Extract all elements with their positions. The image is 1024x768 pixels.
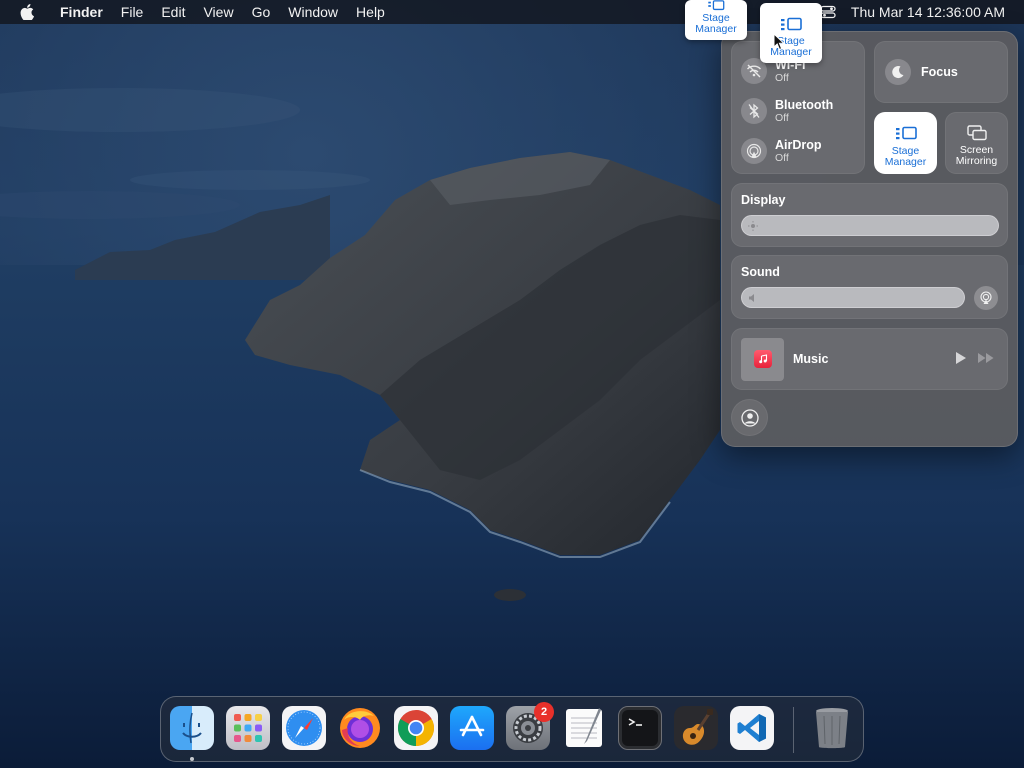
stage-manager-label: Stage Manager bbox=[884, 145, 927, 168]
music-label: Music bbox=[793, 352, 829, 366]
user-switcher-icon[interactable] bbox=[731, 399, 768, 436]
menu-app-finder[interactable]: Finder bbox=[51, 0, 112, 24]
bluetooth-off-icon bbox=[741, 98, 767, 124]
stage-manager-icon bbox=[781, 17, 802, 31]
chrome-icon[interactable] bbox=[394, 706, 438, 750]
fast-forward-icon[interactable] bbox=[977, 352, 995, 364]
screen-mirroring-icon bbox=[966, 125, 987, 141]
airplay-audio-icon[interactable] bbox=[974, 286, 998, 310]
wifi-status: Off bbox=[775, 72, 789, 84]
display-brightness-slider[interactable] bbox=[741, 215, 999, 236]
focus-label: Focus bbox=[921, 65, 958, 79]
bluetooth-label: Bluetooth bbox=[775, 98, 834, 112]
firefox-icon[interactable] bbox=[338, 706, 382, 750]
airdrop-label: AirDrop bbox=[775, 138, 822, 152]
launchpad-icon[interactable] bbox=[226, 706, 270, 750]
menu-file[interactable]: File bbox=[112, 0, 153, 24]
control-center-panel: Wi-Fi Off Bluetooth Off AirDrop Off Focu… bbox=[721, 31, 1018, 447]
safari-icon[interactable] bbox=[282, 706, 326, 750]
menu-edit[interactable]: Edit bbox=[152, 0, 194, 24]
menu-bar-clock[interactable]: Thu Mar 14 12:36:00 AM bbox=[851, 4, 1005, 20]
stage-manager-tooltip-label: Stage Manager bbox=[695, 12, 737, 35]
screen-mirroring-label: Screen Mirroring bbox=[955, 144, 998, 167]
airdrop-status: Off bbox=[775, 152, 789, 164]
menu-help[interactable]: Help bbox=[347, 0, 394, 24]
display-tile: Display bbox=[731, 183, 1008, 247]
speaker-icon bbox=[747, 292, 759, 304]
terminal-icon[interactable] bbox=[618, 706, 662, 750]
moon-icon bbox=[885, 59, 911, 85]
music-app-icon bbox=[753, 350, 772, 368]
garageband-icon[interactable] bbox=[674, 706, 718, 750]
dock: 2 bbox=[160, 696, 864, 762]
menu-bar: Finder File Edit View Go Window Help Thu… bbox=[0, 0, 1024, 24]
stage-manager-tile[interactable]: Stage Manager bbox=[874, 112, 937, 174]
apple-menu-icon[interactable] bbox=[17, 2, 37, 22]
finder-icon[interactable] bbox=[170, 706, 214, 750]
vscode-icon[interactable] bbox=[730, 706, 774, 750]
airdrop-toggle[interactable]: AirDrop Off bbox=[741, 138, 822, 164]
mouse-cursor-icon bbox=[773, 32, 786, 56]
menu-view[interactable]: View bbox=[194, 0, 242, 24]
app-store-icon[interactable] bbox=[450, 706, 494, 750]
sun-icon bbox=[747, 220, 759, 232]
bluetooth-status: Off bbox=[775, 112, 789, 124]
screen-mirroring-tile[interactable]: Screen Mirroring bbox=[945, 112, 1008, 174]
airdrop-icon bbox=[741, 138, 767, 164]
notification-badge: 2 bbox=[534, 702, 554, 722]
menu-go[interactable]: Go bbox=[243, 0, 280, 24]
play-icon[interactable] bbox=[955, 351, 967, 365]
stage-manager-menubar-item[interactable]: Stage Manager bbox=[685, 0, 747, 40]
trash-icon[interactable] bbox=[810, 706, 854, 750]
stage-manager-hover-tooltip[interactable]: Stage Manager bbox=[760, 3, 822, 63]
stage-manager-icon bbox=[708, 0, 725, 11]
sound-tile: Sound bbox=[731, 255, 1008, 319]
menu-window[interactable]: Window bbox=[279, 0, 347, 24]
focus-tile[interactable]: Focus bbox=[874, 41, 1008, 103]
running-indicator bbox=[190, 757, 194, 761]
display-label: Display bbox=[741, 193, 786, 207]
album-art bbox=[741, 337, 784, 381]
dock-separator bbox=[793, 707, 794, 753]
now-playing-tile[interactable]: Music bbox=[731, 328, 1008, 390]
stage-manager-icon bbox=[895, 126, 917, 140]
sound-label: Sound bbox=[741, 265, 780, 279]
bluetooth-toggle[interactable]: Bluetooth Off bbox=[741, 98, 833, 124]
sound-volume-slider[interactable] bbox=[741, 287, 965, 308]
textedit-icon[interactable] bbox=[562, 706, 606, 750]
